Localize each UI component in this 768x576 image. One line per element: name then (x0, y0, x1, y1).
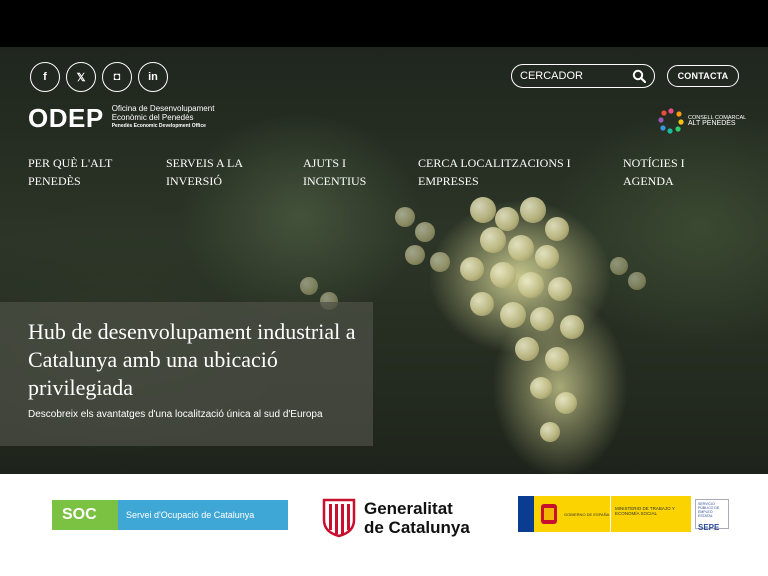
search-icon[interactable] (632, 69, 646, 83)
logo-line3: Penedès Economic Development Office (111, 123, 206, 129)
nav-label: EMPRESES (418, 174, 479, 188)
council-text: CONSELL COMARCAL ALT PENEDÈS (688, 115, 746, 127)
logo-line1: Oficina de Desenvolupament (111, 104, 215, 113)
ministerio-text: MINISTERIO DE TRABAJO Y ECONOMÍA SOCIAL (611, 496, 691, 532)
generalitat-line1: Generalitat (364, 499, 453, 518)
logo-text: Oficina de Desenvolupament Econòmic del … (112, 104, 215, 131)
facebook-icon[interactable]: f (30, 62, 60, 92)
council-logo[interactable]: CONSELL COMARCAL ALT PENEDÈS (658, 108, 746, 134)
logo-line2: Econòmic del Penedès (111, 113, 194, 122)
nav-label: INVERSIÓ (166, 174, 222, 188)
sepe-logo: SERVICIO PÚBLICO DE EMPLEO ESTATAL SEPE (695, 499, 729, 532)
soc-logo[interactable]: SOC Servei d'Ocupació de Catalunya (52, 500, 288, 530)
twitter-x-icon[interactable]: 𝕏 (66, 62, 96, 92)
nav-label: PENEDÈS (28, 174, 81, 188)
social-links: f 𝕏 ◘ in (30, 62, 168, 92)
nav-label: INCENTIUS (303, 174, 367, 188)
logo-mark: ODEP (28, 102, 104, 133)
nav-item-news-agenda[interactable]: NOTÍCIES I AGENDA (623, 154, 685, 190)
sepe-small-text: SERVICIO PÚBLICO DE EMPLEO ESTATAL (698, 502, 720, 518)
instagram-icon[interactable]: ◘ (102, 62, 132, 92)
nav-label: NOTÍCIES I (623, 156, 685, 170)
council-line2: ALT PENEDÈS (688, 120, 736, 127)
odep-logo[interactable]: ODEP Oficina de Desenvolupament Econòmic… (28, 104, 214, 131)
generalitat-line2: de Catalunya (364, 518, 470, 537)
nav-item-search-locations[interactable]: CERCA LOCALITZACIONS I EMPRESES (418, 154, 571, 190)
sepe-mark: SEPE (698, 523, 720, 532)
partner-logos: SOC Servei d'Ocupació de Catalunya Gener… (0, 474, 768, 576)
council-circle-icon (658, 108, 684, 134)
gobierno-text: GOBIERNO DE ESPAÑA (564, 511, 610, 517)
spain-coat-of-arms-icon (541, 504, 557, 524)
generalitat-logo[interactable]: Generalitat de Catalunya (322, 498, 470, 538)
hero-title: Hub de desenvolupament industrial a Cata… (28, 319, 356, 400)
search-input[interactable] (520, 70, 620, 82)
top-black-bar (0, 0, 768, 47)
nav-label: CERCA LOCALITZACIONS I (418, 156, 571, 170)
hero-subtitle: Descobreix els avantatges d'una localitz… (28, 409, 323, 420)
search-box[interactable] (511, 64, 655, 88)
catalan-shield-icon (322, 498, 356, 538)
nav-item-investment-services[interactable]: SERVEIS A LA INVERSIÓ (166, 154, 243, 190)
generalitat-text: Generalitat de Catalunya (364, 499, 470, 537)
contact-button[interactable]: CONTACTA (667, 65, 739, 87)
nav-item-why-alt-penedes[interactable]: PER QUÈ L'ALT PENEDÈS (28, 154, 112, 190)
linkedin-icon[interactable]: in (138, 62, 168, 92)
nav-label: PER QUÈ L'ALT (28, 156, 113, 170)
soc-text: Servei d'Ocupació de Catalunya (118, 500, 288, 530)
eu-flag-icon (518, 496, 534, 532)
soc-mark: SOC (52, 500, 118, 530)
nav-label: SERVEIS A LA (166, 156, 244, 170)
nav-item-grants-incentives[interactable]: AJUTS I INCENTIUS (303, 154, 366, 190)
nav-label: AJUTS I (303, 156, 347, 170)
gobierno-block: GOBIERNO DE ESPAÑA (534, 496, 610, 532)
spain-government-logo[interactable]: GOBIERNO DE ESPAÑA MINISTERIO DE TRABAJO… (518, 496, 729, 532)
nav-label: AGENDA (623, 174, 674, 188)
